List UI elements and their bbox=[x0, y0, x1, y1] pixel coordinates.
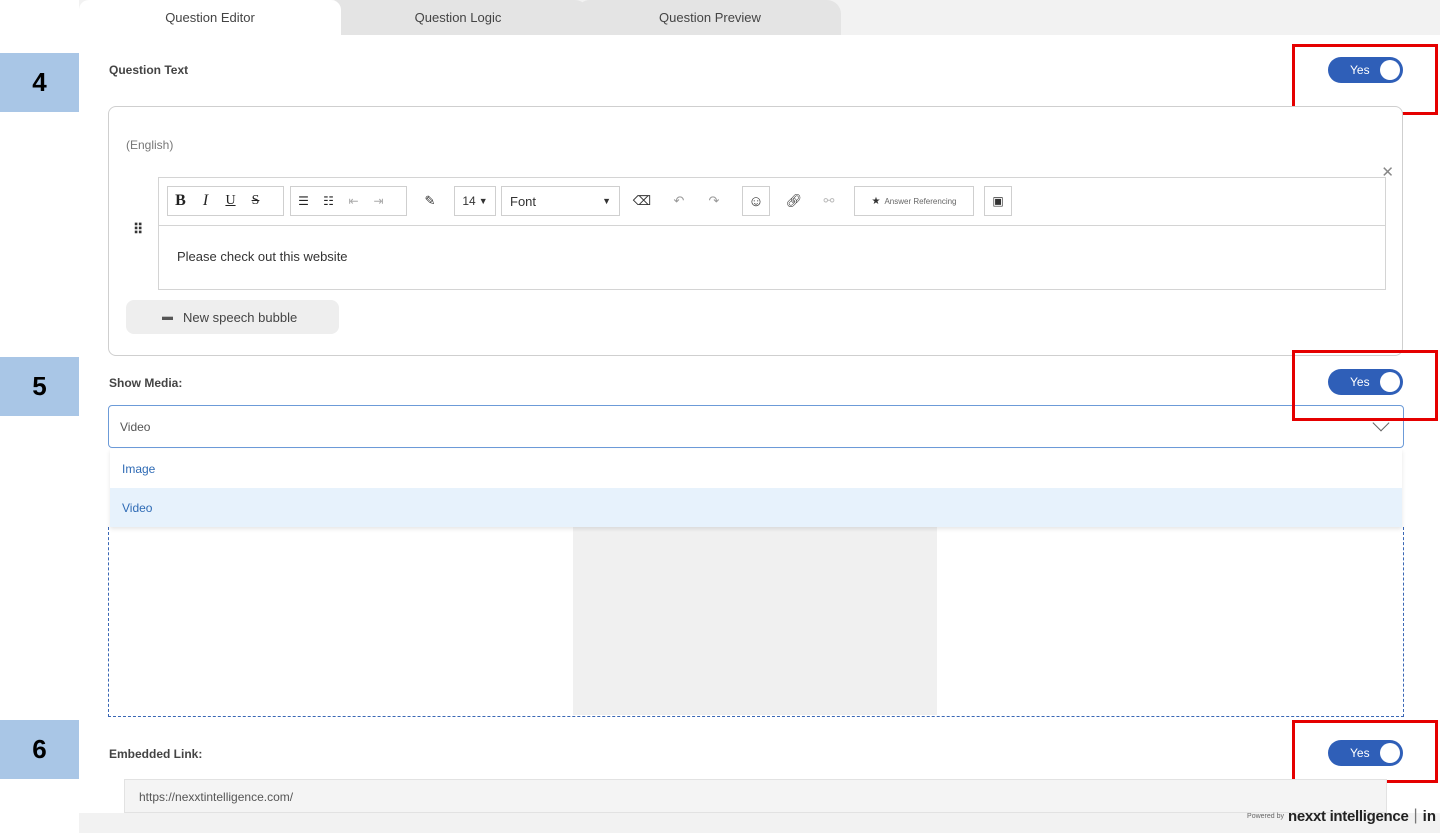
new-speech-bubble-button[interactable]: ▬ New speech bubble bbox=[126, 300, 339, 334]
tab-label: Question Editor bbox=[165, 10, 255, 25]
new-speech-bubble-label: New speech bubble bbox=[183, 309, 298, 325]
tab-label: Question Preview bbox=[659, 10, 761, 25]
link-value: https://nexxtintelligence.com/ bbox=[139, 790, 294, 804]
font-size-value: 14 bbox=[462, 194, 476, 208]
tab-question-editor[interactable]: Question Editor bbox=[79, 0, 341, 35]
list-group: ☰ ☷ ⇤ ⇥ bbox=[290, 186, 407, 216]
image-icon[interactable]: ▣ bbox=[984, 186, 1012, 216]
tab-question-preview[interactable]: Question Preview bbox=[579, 0, 841, 35]
caret-down-icon: ▼ bbox=[478, 196, 488, 206]
menu-item-video[interactable]: Video bbox=[110, 488, 1402, 527]
font-select[interactable]: Font ▼ bbox=[501, 186, 620, 216]
italic-icon[interactable]: I bbox=[193, 187, 218, 215]
tab-bar: Question Preview Question Logic Question… bbox=[79, 0, 1440, 35]
media-drop-area[interactable] bbox=[108, 527, 1404, 717]
speech-bubble-icon: ▬ bbox=[162, 311, 173, 323]
unlink-icon[interactable]: ⚯ bbox=[814, 186, 844, 216]
editor-toolbar: B I U S ☰ ☷ ⇤ ⇥ ✎ 14 ▼ Font ▼ ⌫ ↶ ↷ ☺ 🔗︎… bbox=[159, 178, 1385, 226]
media-type-menu: Image Video bbox=[110, 449, 1402, 527]
embedded-link-label: Embedded Link: bbox=[109, 747, 203, 761]
show-media-label: Show Media: bbox=[109, 376, 183, 390]
editor-content[interactable]: Please check out this website bbox=[177, 249, 348, 264]
media-placeholder bbox=[573, 527, 937, 715]
language-label: (English) bbox=[126, 138, 174, 152]
format-group: B I U S bbox=[167, 186, 284, 216]
embedded-link-input[interactable]: https://nexxtintelligence.com/ bbox=[124, 779, 1387, 813]
question-text-label: Question Text bbox=[109, 63, 189, 77]
brand-separator: | bbox=[1413, 807, 1418, 824]
powered-by-text: Powered by bbox=[1247, 812, 1285, 820]
undo-icon[interactable]: ↶ bbox=[664, 186, 694, 216]
menu-item-image[interactable]: Image bbox=[110, 449, 1402, 488]
bullet-list-icon[interactable]: ☰ bbox=[291, 187, 316, 215]
strikethrough-icon[interactable]: S bbox=[243, 187, 268, 215]
indent-icon[interactable]: ⇥ bbox=[366, 187, 391, 215]
eraser-icon[interactable]: ⌫ bbox=[627, 186, 657, 216]
numbered-list-icon[interactable]: ☷ bbox=[316, 187, 341, 215]
question-text-card: (English) ✕ ⠿ B I U S ☰ ☷ ⇤ ⇥ ✎ 14 ▼ Fon… bbox=[108, 106, 1403, 356]
outdent-icon[interactable]: ⇤ bbox=[341, 187, 366, 215]
rich-text-editor: B I U S ☰ ☷ ⇤ ⇥ ✎ 14 ▼ Font ▼ ⌫ ↶ ↷ ☺ 🔗︎… bbox=[158, 177, 1386, 290]
drag-handle-icon[interactable]: ⠿ bbox=[133, 221, 143, 238]
font-size-select[interactable]: 14 ▼ bbox=[454, 186, 496, 216]
caret-down-icon: ▼ bbox=[602, 196, 611, 206]
emoji-icon[interactable]: ☺ bbox=[742, 186, 770, 216]
tab-label: Question Logic bbox=[414, 10, 502, 25]
step-badge-4: 4 bbox=[0, 53, 79, 112]
step-badge-5: 5 bbox=[0, 357, 79, 416]
answer-referencing-label: Answer Referencing bbox=[884, 196, 957, 206]
text-color-icon[interactable]: ✎ bbox=[417, 186, 443, 216]
highlight-box bbox=[1292, 720, 1438, 783]
powered-by: Powered by nexxt intelligence | in bbox=[1247, 805, 1436, 827]
select-value: Video bbox=[120, 420, 151, 434]
font-name-value: Font bbox=[510, 193, 537, 209]
underline-icon[interactable]: U bbox=[218, 187, 243, 215]
redo-icon[interactable]: ↷ bbox=[699, 186, 729, 216]
bold-icon[interactable]: B bbox=[168, 187, 193, 215]
highlight-box bbox=[1292, 44, 1438, 115]
brand-logo: nexxt intelligence bbox=[1288, 807, 1409, 825]
link-icon[interactable]: 🔗︎ bbox=[779, 186, 809, 216]
media-type-select[interactable]: Video bbox=[108, 405, 1404, 448]
brand-suffix: in bbox=[1422, 807, 1436, 825]
answer-referencing-button[interactable]: ★ Answer Referencing bbox=[854, 186, 974, 216]
highlight-box bbox=[1292, 350, 1438, 421]
star-icon: ★ bbox=[871, 195, 881, 207]
tab-question-logic[interactable]: Question Logic bbox=[327, 0, 589, 35]
step-badge-6: 6 bbox=[0, 720, 79, 779]
footer-strip bbox=[79, 813, 1440, 833]
